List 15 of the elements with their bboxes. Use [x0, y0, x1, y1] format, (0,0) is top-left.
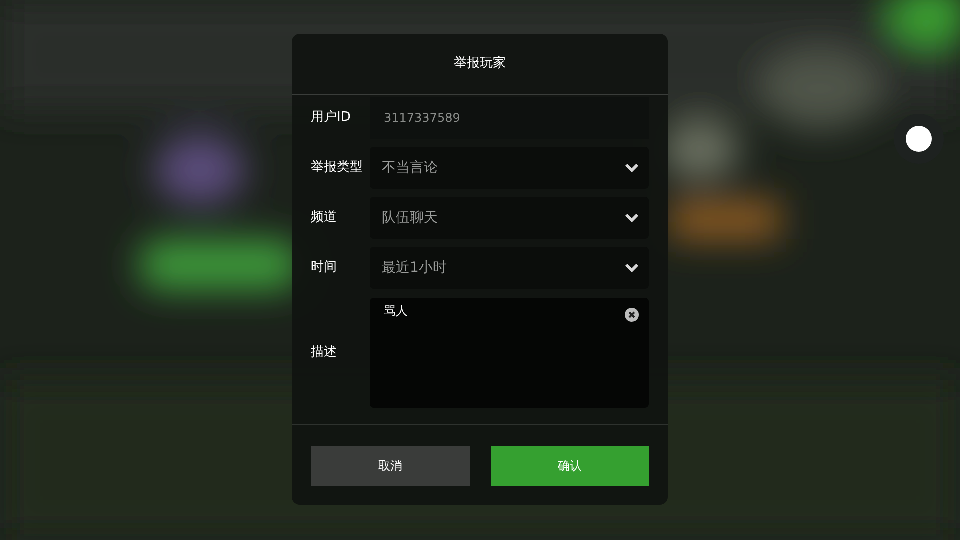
field-label: 描述: [311, 344, 338, 362]
field-label: 举报类型: [311, 159, 364, 178]
cancel-button[interactable]: 取消: [311, 446, 470, 486]
chevron-down-icon: [625, 213, 639, 223]
dropdown[interactable]: 不当言论: [370, 147, 649, 189]
dropdown[interactable]: 队伍聊天: [370, 197, 649, 239]
dialog-title: 举报玩家: [454, 55, 506, 74]
chevron-down-icon: [625, 163, 639, 173]
field-label: 时间: [311, 259, 338, 278]
description-field[interactable]: 骂人: [370, 298, 649, 408]
field-label: 频道: [311, 209, 338, 228]
dropdown[interactable]: 最近1小时: [370, 247, 649, 289]
chevron-down-icon: [625, 263, 639, 273]
clear-icon[interactable]: [625, 308, 639, 322]
field-label: 用户ID: [311, 109, 352, 128]
